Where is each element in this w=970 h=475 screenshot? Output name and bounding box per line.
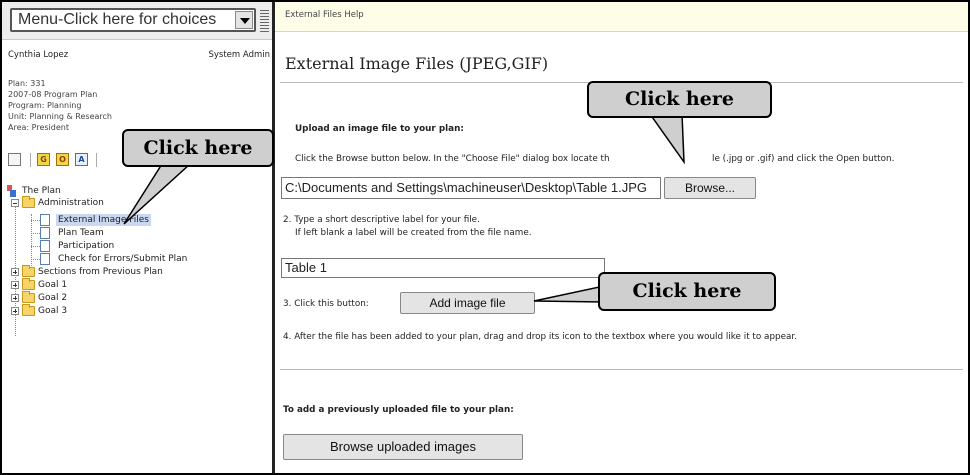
step1-text: Click the Browse button below. In the "C… (295, 154, 610, 164)
browse-uploaded-images-button[interactable]: Browse uploaded images (283, 434, 523, 460)
folder-icon (22, 291, 35, 303)
tree-item-label: Goal 2 (38, 293, 68, 303)
tree-connector (31, 233, 40, 234)
folder-icon (22, 304, 35, 316)
tree-connector (31, 246, 40, 247)
tree-item-label: Sections from Previous Plan (38, 267, 163, 277)
plan-number: Plan: 331 (8, 79, 46, 88)
step3-text: 3. Click this button: (283, 299, 369, 309)
toolbar-divider (30, 153, 31, 167)
collapse-icon[interactable] (11, 199, 19, 207)
expand-icon[interactable] (11, 307, 19, 315)
file-path-input[interactable]: C:\Documents and Settings\machineuser\De… (281, 177, 661, 199)
folder-icon (22, 265, 35, 277)
tree-item-label: Administration (38, 198, 104, 208)
menu-select-label: Menu-Click here for choices (18, 11, 217, 28)
document-icon (40, 227, 50, 239)
tree-item-label: External Image Files (56, 214, 151, 226)
plan-unit: Unit: Planning & Research (8, 112, 113, 121)
plan-year: 2007-08 Program Plan (8, 90, 98, 99)
plan-info: Plan: 331 2007-08 Program Plan Program: … (8, 78, 158, 133)
folder-icon (22, 278, 35, 290)
previous-upload-heading: To add a previously uploaded file to you… (283, 405, 514, 415)
help-bar: External Files Help (275, 2, 968, 32)
window-icon[interactable] (8, 153, 21, 166)
add-image-file-button[interactable]: Add image file (400, 292, 535, 314)
tree-item-label: Goal 1 (38, 280, 68, 290)
toolbar-o-button[interactable]: O (56, 153, 69, 166)
left-panel: Menu-Click here for choices Cynthia Lope… (2, 2, 272, 473)
step4-text: 4. After the file has been added to your… (283, 332, 798, 342)
expand-icon[interactable] (11, 268, 19, 276)
document-icon (40, 214, 50, 226)
expand-icon[interactable] (11, 281, 19, 289)
step2-text: 2. Type a short descriptive label for yo… (283, 215, 480, 225)
plan-icon (6, 185, 18, 197)
document-icon (40, 240, 50, 252)
main-panel: External Files Help External Image Files… (275, 2, 968, 473)
menu-select[interactable]: Menu-Click here for choices (10, 8, 256, 32)
help-link[interactable]: External Files Help (285, 10, 364, 20)
toolbar-g-button[interactable]: G (37, 153, 50, 166)
step2-hint: If left blank a label will be created fr… (295, 228, 532, 238)
callout-browse: Click here (587, 81, 772, 118)
browse-button[interactable]: Browse... (664, 177, 756, 199)
tree-item-label: Check for Errors/Submit Plan (58, 254, 188, 264)
file-label-input[interactable]: Table 1 (281, 258, 605, 278)
page-title: External Image Files (JPEG,GIF) (285, 54, 549, 73)
plan-program: Program: Planning (8, 101, 82, 110)
chevron-down-icon[interactable] (235, 11, 253, 29)
user-name: Cynthia Lopez (8, 50, 69, 60)
menu-bar: Menu-Click here for choices (2, 2, 272, 40)
user-role: System Admin (208, 50, 271, 60)
screenshot-frame: Menu-Click here for choices Cynthia Lope… (0, 0, 970, 475)
tree-item-label: Plan Team (58, 228, 104, 238)
grip-icon[interactable] (260, 10, 269, 32)
folder-icon (22, 196, 35, 208)
tree-connector (31, 220, 40, 221)
step1-text-end: le (.jpg or .gif) and click the Open but… (712, 154, 895, 164)
toolbar-a-button[interactable]: A (75, 153, 88, 166)
callout-add: Click here (598, 272, 776, 311)
callout-tree: Click here (122, 129, 274, 167)
upload-heading: Upload an image file to your plan: (295, 124, 464, 134)
document-icon (40, 253, 50, 265)
expand-icon[interactable] (11, 294, 19, 302)
toolbar-divider (96, 153, 97, 167)
tree-item-label: Participation (58, 241, 115, 251)
divider (280, 369, 963, 370)
user-row: Cynthia Lopez System Admin (8, 50, 270, 64)
tree-item-label: Goal 3 (38, 306, 68, 316)
tree-connector (31, 259, 40, 260)
